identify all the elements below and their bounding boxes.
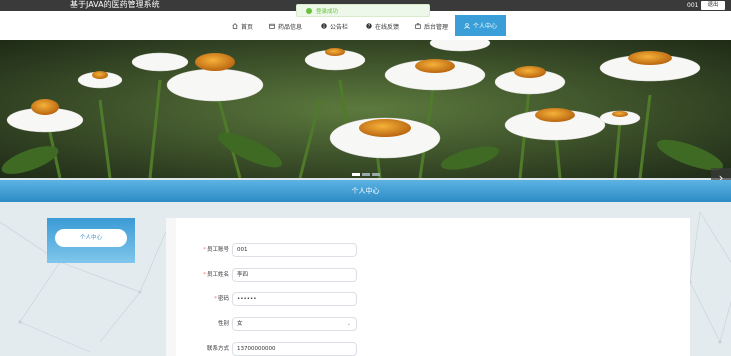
carousel-dot[interactable] [352, 173, 360, 176]
name-input[interactable]: 李四 [232, 268, 357, 282]
phone-input[interactable]: 13700000000 [232, 342, 357, 356]
required-mark: * [214, 296, 217, 302]
nav-item-label: 公告栏 [330, 23, 349, 31]
success-toast: 登录成功 [296, 4, 430, 17]
nav-item-profile[interactable]: 个人中心 [455, 15, 506, 36]
nav-item-medicine[interactable]: 药品信息 [269, 19, 302, 33]
required-mark: * [203, 272, 206, 278]
site-title: 基于JAVA的医药管理系统 [70, 0, 160, 9]
banner-image [0, 40, 731, 178]
nav-item-admin[interactable]: 后台管理 [415, 19, 448, 33]
section-header: 个人中心 [0, 180, 731, 202]
user-id: 001 [687, 2, 699, 9]
field-label: *员工账号 [203, 247, 229, 253]
chevron-down-icon: ⌄ [346, 321, 351, 327]
gender-select[interactable]: 女 ⌄ [232, 317, 357, 331]
nav-item-label: 在线反馈 [375, 23, 400, 31]
form-row-phone: 联系方式 13700000000 [176, 342, 690, 356]
form-row-gender: 性别 女 ⌄ [176, 317, 690, 331]
nav-item-home[interactable]: 首页 [232, 19, 253, 33]
nav-item-label: 药品信息 [278, 23, 303, 31]
logout-button[interactable]: 退出 [701, 1, 725, 10]
form-row-account: *员工账号 001 [176, 243, 690, 257]
nav-item-label: 个人中心 [472, 23, 497, 30]
check-circle-icon [306, 7, 312, 14]
carousel-dot[interactable] [362, 173, 370, 176]
form-row-password: *密码 •••••• [176, 292, 690, 306]
profile-form: *员工账号 001 *员工姓名 李四 *密码 •••••• 性别 女 ⌄ 联系方… [166, 218, 690, 356]
info-icon [321, 23, 327, 29]
carousel-indicators [352, 173, 380, 176]
sidebar-item-profile[interactable]: 个人中心 [55, 229, 127, 247]
section-title: 个人中心 [351, 187, 380, 195]
nav-item-label: 首页 [241, 23, 254, 31]
home-icon [232, 23, 238, 29]
profile-content: 个人中心 *员工账号 001 *员工姓名 李四 *密码 •••••• 性别 女 … [0, 202, 731, 356]
account-input[interactable]: 001 [232, 243, 357, 257]
field-label: *员工姓名 [203, 272, 229, 278]
password-input[interactable]: •••••• [232, 292, 357, 306]
nav-item-notice[interactable]: 公告栏 [321, 19, 348, 33]
form-row-name: *员工姓名 李四 [176, 268, 690, 282]
required-mark: * [203, 247, 206, 253]
field-label: *密码 [214, 296, 229, 302]
nav-item-label: 后台管理 [424, 23, 449, 31]
user-icon [464, 22, 470, 29]
box-icon [269, 23, 275, 29]
svg-text:?: ? [368, 24, 370, 29]
field-label: 联系方式 [206, 346, 229, 352]
nav-item-feedback[interactable]: ? 在线反馈 [366, 19, 399, 33]
briefcase-icon [415, 23, 421, 29]
banner-carousel[interactable] [0, 40, 731, 178]
toast-message: 登录成功 [316, 8, 339, 15]
question-icon: ? [366, 23, 372, 29]
carousel-dot[interactable] [372, 173, 380, 176]
gender-value: 女 [237, 321, 243, 327]
field-label: 性别 [217, 321, 229, 327]
